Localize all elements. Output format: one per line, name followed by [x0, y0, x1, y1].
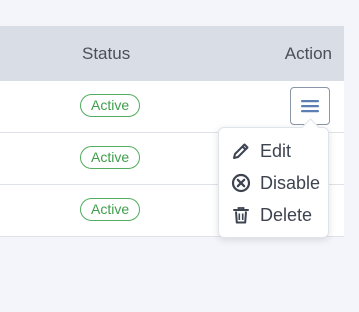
circle-x-icon: [230, 172, 252, 194]
page: Status Action Active Active Active Edit …: [0, 0, 359, 312]
trash-icon: [230, 204, 252, 226]
menu-item-label: Edit: [260, 140, 292, 161]
table-row: Active: [0, 81, 344, 133]
menu-item-disable[interactable]: Disable: [219, 167, 328, 199]
status-badge: Active: [80, 198, 141, 221]
status-column-header: Status: [82, 44, 131, 63]
status-badge: Active: [80, 94, 141, 117]
menu-item-label: Disable: [260, 172, 321, 193]
hamburger-menu-icon: [301, 100, 319, 113]
status-badge: Active: [80, 146, 141, 169]
row-actions-menu: Edit Disable Delete: [218, 118, 329, 238]
table-header: Status Action: [0, 26, 344, 81]
menu-item-edit[interactable]: Edit: [219, 135, 328, 167]
menu-item-label: Delete: [260, 204, 313, 225]
pencil-icon: [230, 140, 252, 162]
action-column-header: Action: [284, 44, 332, 63]
menu-item-delete[interactable]: Delete: [219, 199, 328, 231]
